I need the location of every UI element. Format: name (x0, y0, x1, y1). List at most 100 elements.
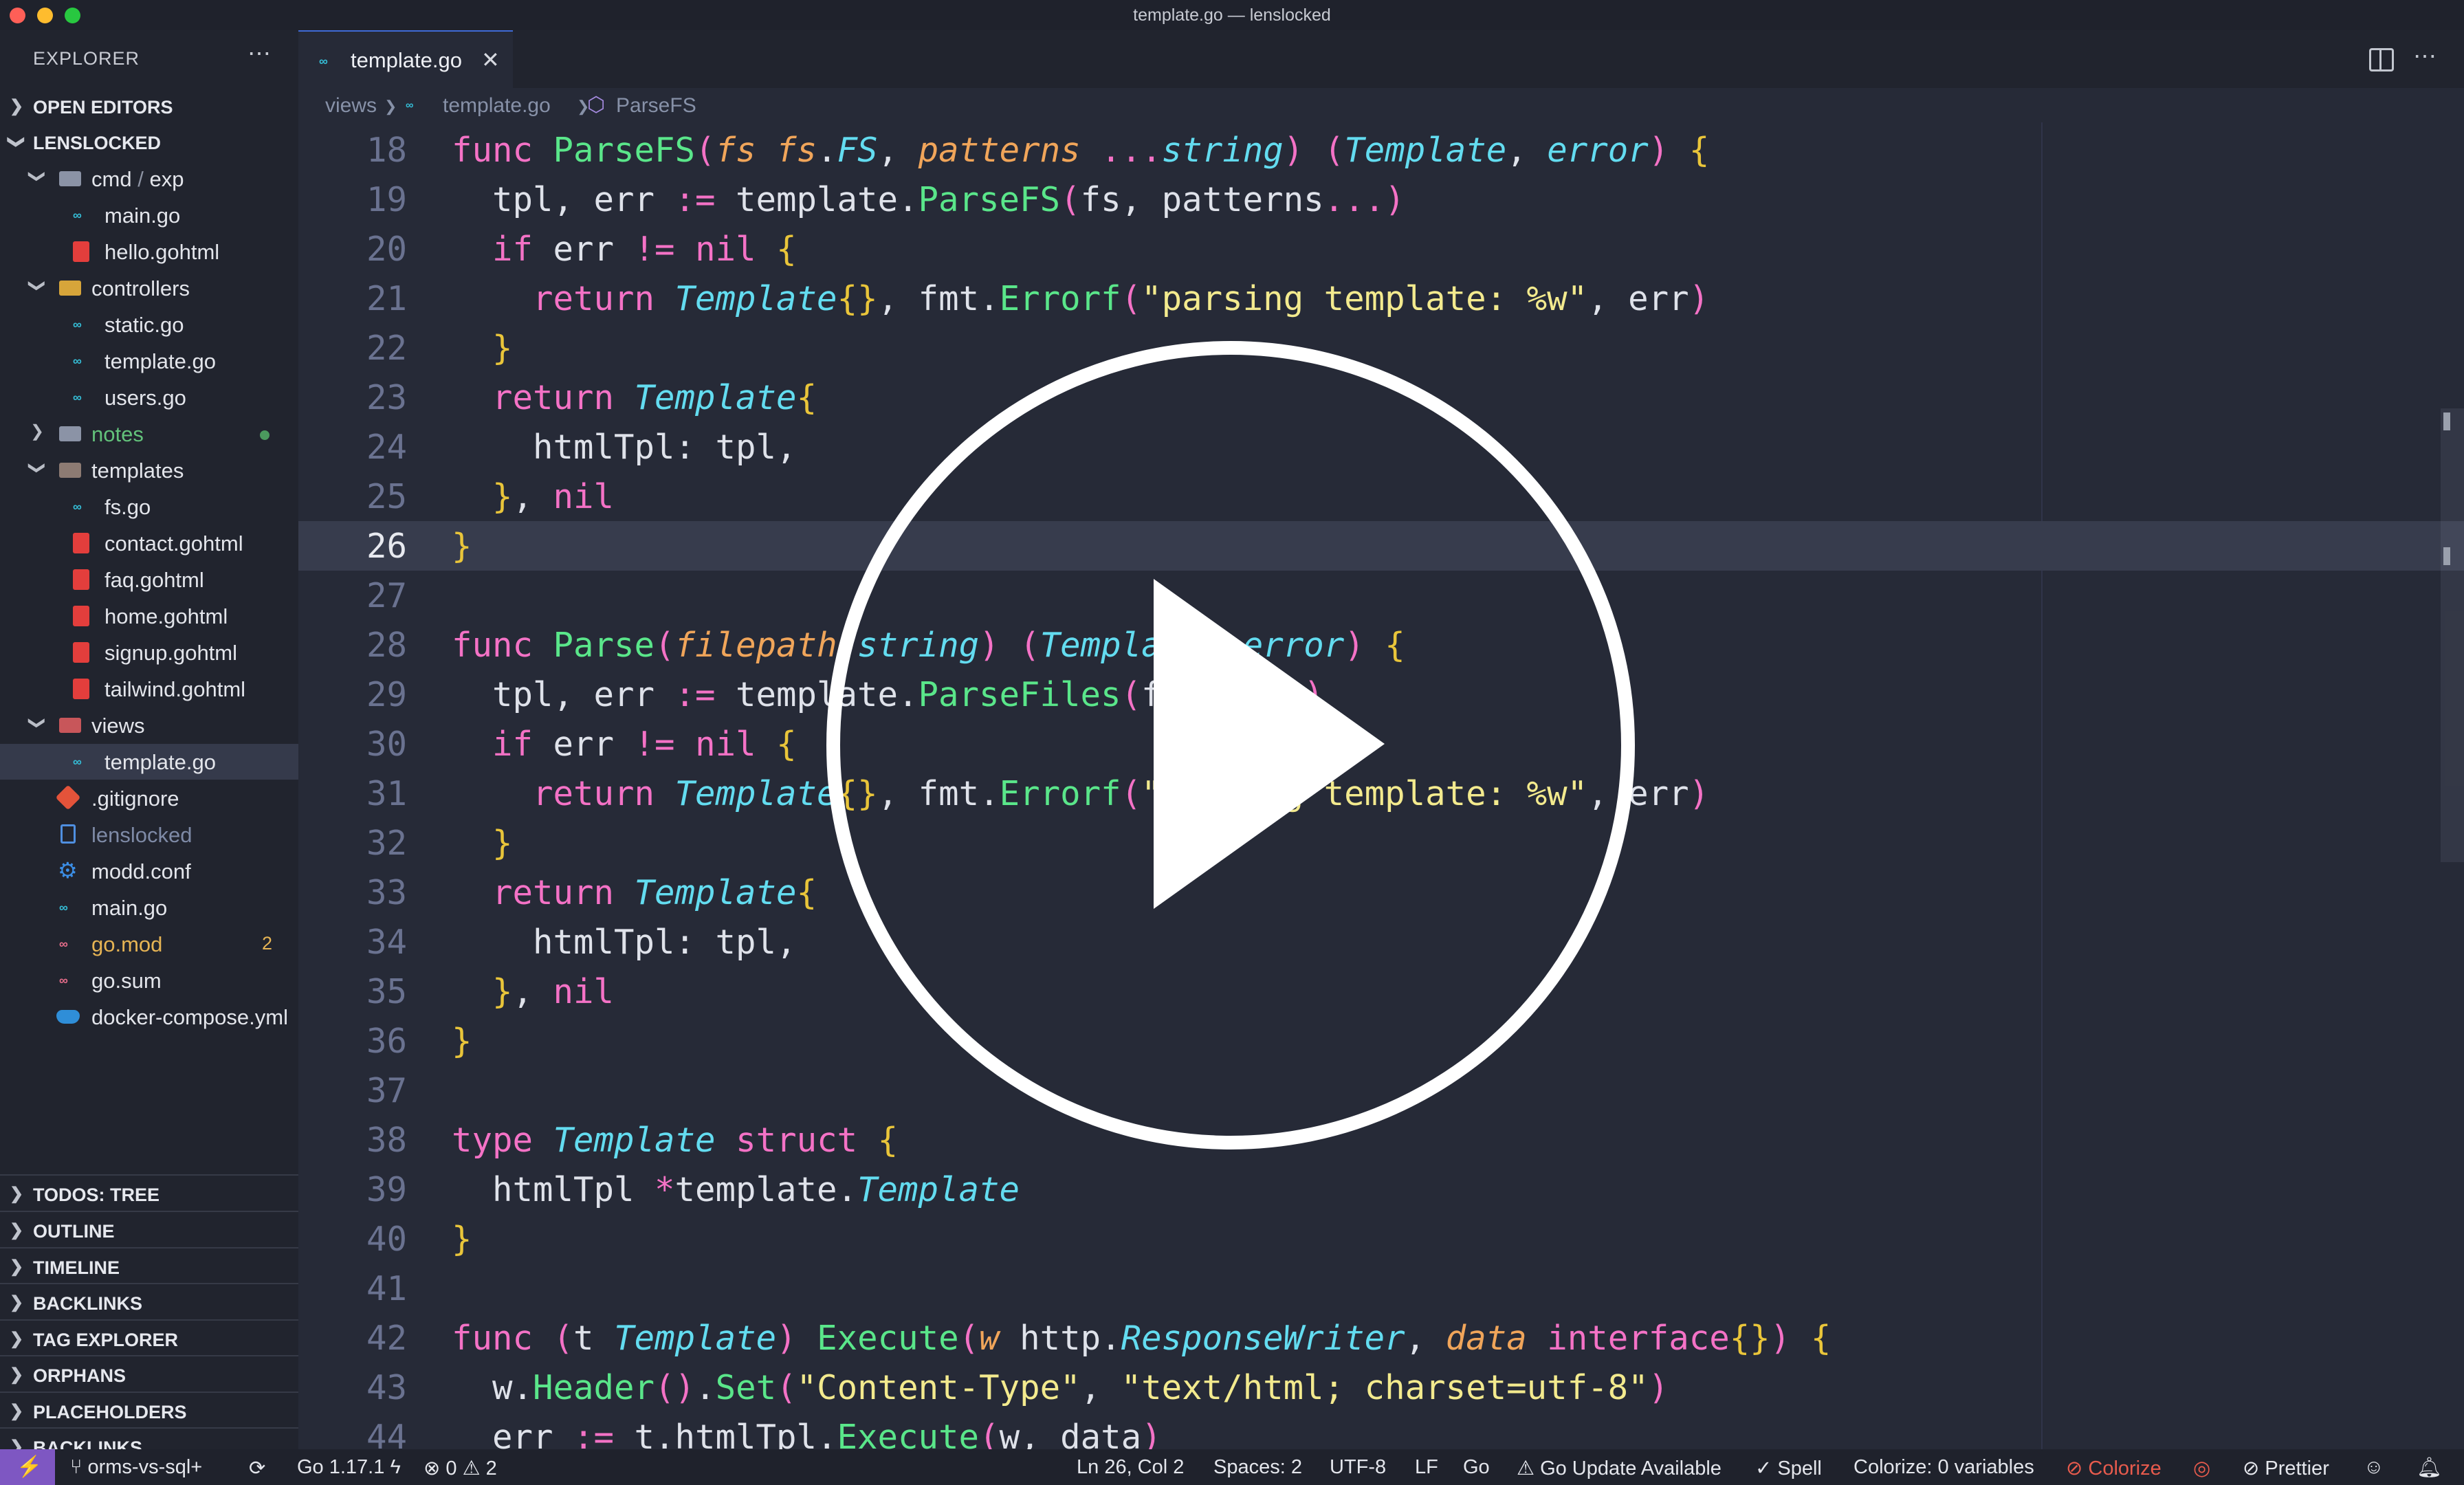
broadcast-icon[interactable]: ◎ (2193, 1456, 2210, 1480)
breadcrumb-file[interactable]: template.go (443, 94, 551, 118)
colorize-variables-status[interactable]: Colorize: 0 variables (1854, 1456, 2034, 1479)
tree-file-main-go-root[interactable]: ∞ main.go (0, 890, 298, 925)
tree-file-home-gohtml[interactable]: home.gohtml (0, 598, 298, 634)
code-text: err := t.htmlTpl.Execute(w, data) (452, 1418, 1162, 1449)
code-line[interactable]: 39 htmlTpl *template.Template (298, 1165, 2464, 1214)
tree-file-go-mod[interactable]: ∞ go.mod 2 (0, 926, 298, 962)
line-number: 33 (366, 873, 407, 912)
scrollbar-thumb[interactable] (2441, 408, 2464, 862)
section-orphans[interactable]: ❯ ORPHANS (0, 1355, 298, 1392)
tree-file-hello-gohtml[interactable]: hello.gohtml (0, 234, 298, 270)
folder-icon (59, 426, 81, 441)
code-line[interactable]: 38 type Template struct { (298, 1115, 2464, 1165)
go-version-status[interactable]: Go 1.17.1 ϟ (297, 1456, 401, 1479)
code-line[interactable]: 19 tpl, err := template.ParseFS(fs, patt… (298, 175, 2464, 224)
tree-folder-templates[interactable]: ❯ templates (0, 452, 298, 488)
docker-icon (56, 1010, 80, 1024)
close-icon[interactable]: ✕ (481, 47, 500, 73)
code-line[interactable]: 22 } (298, 323, 2464, 373)
tree-file-signup-gohtml[interactable]: signup.gohtml (0, 635, 298, 670)
problems-status[interactable]: ⊗ 0 ⚠ 2 (424, 1456, 497, 1480)
tree-file-views-template-go[interactable]: ∞ template.go (0, 744, 298, 780)
chevron-right-icon: ❯ (10, 1293, 24, 1312)
code-text: } (492, 824, 513, 863)
code-line[interactable]: 42 func (t Template) Execute(w http.Respo… (298, 1313, 2464, 1363)
tab-template-go[interactable]: ∞ template.go ✕ (298, 30, 513, 89)
tree-file-modd-conf[interactable]: ⚙ modd.conf (0, 853, 298, 889)
code-line[interactable]: 43 w.Header().Set("Content-Type", "text/… (298, 1363, 2464, 1412)
code-text: w.Header().Set("Content-Type", "text/htm… (452, 1368, 1669, 1407)
tree-file-users-go[interactable]: ∞ users.go (0, 380, 298, 415)
branch-status[interactable]: ⑂ orms-vs-sql+ (70, 1456, 202, 1479)
eol-status[interactable]: LF (1415, 1456, 1438, 1479)
code-line[interactable]: 18 func ParseFS(fs fs.FS, patterns ...str… (298, 125, 2464, 175)
section-timeline[interactable]: ❯ TIMELINE (0, 1247, 298, 1284)
line-number: 30 (366, 725, 407, 764)
go-update-status[interactable]: ⚠ Go Update Available (1517, 1456, 1722, 1480)
section-outline[interactable]: ❯ OUTLINE (0, 1211, 298, 1248)
tree-file-main-go[interactable]: ∞ main.go (0, 197, 298, 233)
git-icon (55, 784, 81, 811)
ellipsis-icon[interactable]: ⋯ (2413, 43, 2436, 70)
tab-bar: ∞ template.go ✕ ⋯ (298, 30, 2464, 89)
warning-icon: ⚠ (462, 1458, 481, 1480)
tree-folder-notes[interactable]: ❯ notes (0, 416, 298, 452)
spell-status[interactable]: ✓ Spell (1755, 1456, 1822, 1480)
remote-indicator[interactable]: ⚡ (0, 1449, 55, 1485)
prettier-status[interactable]: ⊘ Prettier (2243, 1456, 2329, 1480)
open-editors-section[interactable]: ❯ OPEN EDITORS (0, 88, 298, 124)
code-line[interactable]: 21 return Template{}, fmt.Errorf("parsin… (298, 274, 2464, 323)
code-line[interactable]: 40} (298, 1214, 2464, 1264)
tree-file-static-go[interactable]: ∞ static.go (0, 307, 298, 342)
cursor-position[interactable]: Ln 26, Col 2 (1077, 1456, 1184, 1479)
ellipsis-icon[interactable]: ⋯ (248, 40, 271, 67)
encoding-status[interactable]: UTF-8 (1330, 1456, 1386, 1479)
code-text: func (t Template) Execute(w http.Respons… (452, 1319, 1832, 1358)
code-line[interactable]: 41 (298, 1264, 2464, 1313)
line-number: 43 (366, 1368, 407, 1407)
tree-folder-cmd-exp[interactable]: ❯ cmd / exp (0, 161, 298, 197)
colorize-status[interactable]: ⊘ Colorize (2066, 1456, 2162, 1480)
tree-file-faq-gohtml[interactable]: faq.gohtml (0, 562, 298, 597)
language-status[interactable]: Go (1463, 1456, 1490, 1479)
code-line[interactable]: 44 err := t.htmlTpl.Execute(w, data) (298, 1412, 2464, 1449)
split-editor-icon[interactable] (2369, 48, 2394, 72)
play-triangle-icon[interactable] (1154, 579, 1385, 909)
breadcrumb-views[interactable]: views (325, 94, 377, 118)
section-backlinks[interactable]: ❯ BACKLINKS (0, 1283, 298, 1320)
code-text: }, nil (492, 477, 615, 516)
line-number: 34 (366, 923, 407, 962)
tree-file-lenslocked[interactable]: lenslocked (0, 817, 298, 852)
folder-icon (59, 171, 81, 186)
go-mod-icon: ∞ (59, 937, 68, 951)
go-file-icon: ∞ (73, 354, 82, 368)
bell-icon[interactable]: 🔔︎ (2417, 1456, 2442, 1480)
tree-file-contact-gohtml[interactable]: contact.gohtml (0, 525, 298, 561)
section-placeholders[interactable]: ❯ PLACEHOLDERS (0, 1392, 298, 1429)
line-number: 36 (366, 1022, 407, 1061)
folder-icon (59, 463, 81, 478)
tree-folder-controllers[interactable]: ❯ controllers (0, 270, 298, 306)
tree-file-go-sum[interactable]: ∞ go.sum (0, 962, 298, 998)
tree-file-tailwind-gohtml[interactable]: tailwind.gohtml (0, 671, 298, 707)
project-section[interactable]: ❯ LENSLOCKED (0, 124, 298, 160)
prettier-icon: ⊘ (2243, 1458, 2260, 1480)
symbol-method-icon: ⬡ (587, 94, 606, 116)
section-tag-explorer[interactable]: ❯ TAG EXPLORER (0, 1319, 298, 1356)
chevron-right-icon: ❯ (10, 1402, 24, 1420)
line-number: 20 (366, 230, 407, 269)
line-number: 35 (366, 972, 407, 1011)
indentation-status[interactable]: Spaces: 2 (1213, 1456, 1302, 1479)
tree-file-gitignore[interactable]: .gitignore (0, 780, 298, 816)
tree-file-docker-compose[interactable]: docker-compose.yml (0, 999, 298, 1035)
feedback-icon[interactable]: ☺ (2364, 1456, 2384, 1479)
tree-folder-views[interactable]: ❯ views (0, 707, 298, 743)
go-file-icon: ∞ (73, 318, 82, 331)
git-branch-icon: ⑂ (70, 1456, 82, 1478)
tree-file-template-go[interactable]: ∞ template.go (0, 343, 298, 379)
sync-icon[interactable]: ⟳ (249, 1456, 265, 1480)
tree-file-fs-go[interactable]: ∞ fs.go (0, 489, 298, 525)
breadcrumb-symbol[interactable]: ParseFS (616, 94, 696, 118)
section-todos-tree[interactable]: ❯ TODOS: TREE (0, 1174, 298, 1211)
code-line[interactable]: 20 if err != nil { (298, 224, 2464, 274)
